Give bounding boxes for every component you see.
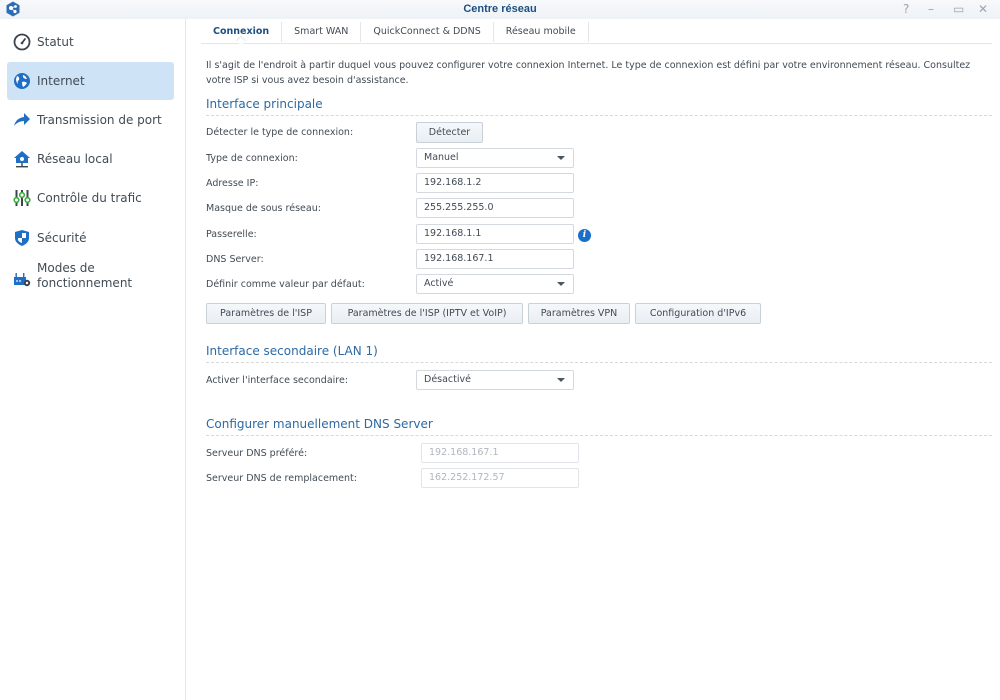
isp-iptv-voip-settings-button[interactable]: Paramètres de l'ISP (IPTV et VoIP): [331, 303, 523, 324]
enable-secondary-value: Désactivé: [424, 374, 471, 385]
section-title-secondary: Interface secondaire (LAN 1): [206, 344, 992, 363]
chevron-down-icon: [557, 282, 565, 286]
sidebar-item-label: Sécurité: [37, 231, 87, 245]
preferred-dns-label: Serveur DNS préféré:: [206, 448, 308, 459]
sidebar-item-traffic-control[interactable]: Contrôle du trafic: [7, 179, 174, 217]
section-title-primary: Interface principale: [206, 97, 992, 116]
connection-type-value: Manuel: [424, 152, 459, 163]
ipv6-configuration-button[interactable]: Configuration d'IPv6: [635, 303, 761, 324]
dns-server-input[interactable]: 192.168.167.1: [416, 249, 574, 269]
sidebar-item-label: Transmission de port: [37, 113, 162, 127]
chevron-down-icon: [557, 378, 565, 382]
sidebar-item-internet[interactable]: Internet: [7, 62, 174, 100]
sidebar-item-port-forwarding[interactable]: Transmission de port: [7, 101, 174, 139]
enable-secondary-select[interactable]: Désactivé: [416, 370, 574, 390]
chevron-down-icon: [557, 156, 565, 160]
title-bar: Centre réseau ? – ▭ ✕: [0, 0, 1000, 19]
sidebar-item-label: Modes de fonctionnement: [37, 261, 133, 290]
set-default-select[interactable]: Activé: [416, 274, 574, 294]
connection-type-label: Type de connexion:: [206, 153, 298, 164]
detect-button[interactable]: Détecter: [416, 122, 483, 143]
sidebar-item-label: Internet: [37, 74, 85, 88]
main-content: Connexion Smart WAN QuickConnect & DDNS …: [187, 19, 1000, 700]
description-text: Il s'agit de l'endroit à partir duquel v…: [206, 60, 971, 86]
alternate-dns-label: Serveur DNS de remplacement:: [206, 473, 357, 484]
tab-bar: Connexion Smart WAN QuickConnect & DDNS …: [201, 22, 992, 44]
ip-address-input[interactable]: 192.168.1.2: [416, 173, 574, 193]
help-icon[interactable]: ?: [903, 2, 909, 16]
subnet-mask-input[interactable]: 255.255.255.0: [416, 198, 574, 218]
preferred-dns-input[interactable]: 192.168.167.1: [421, 443, 579, 463]
alternate-dns-input[interactable]: 162.252.172.57: [421, 468, 579, 488]
forward-arrow-icon: [14, 113, 30, 126]
sidebar-item-statut[interactable]: Statut: [7, 23, 174, 61]
sliders-icon: [13, 190, 31, 206]
section-title-manual-dns: Configurer manuellement DNS Server: [206, 417, 992, 436]
gateway-input[interactable]: 192.168.1.1: [416, 224, 574, 244]
minimize-icon[interactable]: –: [928, 2, 934, 16]
sidebar-item-local-network[interactable]: Réseau local: [7, 140, 174, 178]
sidebar: Statut Internet Transmission de port Rés…: [0, 19, 186, 700]
tab-connexion[interactable]: Connexion: [201, 22, 283, 42]
set-default-value: Activé: [424, 278, 454, 289]
detect-label: Détecter le type de connexion:: [206, 127, 354, 138]
sidebar-item-operation-modes[interactable]: Modes de fonctionnement: [7, 258, 174, 300]
enable-secondary-label: Activer l'interface secondaire:: [206, 375, 349, 386]
globe-icon: [14, 73, 30, 89]
shield-icon: [15, 230, 29, 246]
dns-server-label: DNS Server:: [206, 254, 264, 265]
tab-quickconnect-ddns[interactable]: QuickConnect & DDNS: [361, 22, 494, 42]
isp-settings-button[interactable]: Paramètres de l'ISP: [206, 303, 326, 324]
subnet-mask-label: Masque de sous réseau:: [206, 203, 321, 214]
maximize-icon[interactable]: ▭: [953, 2, 964, 16]
info-icon[interactable]: i: [578, 229, 591, 242]
sidebar-item-label: Statut: [37, 35, 74, 49]
tab-smart-wan[interactable]: Smart WAN: [282, 22, 362, 42]
close-icon[interactable]: ✕: [978, 2, 988, 16]
connection-type-select[interactable]: Manuel: [416, 148, 574, 168]
sidebar-item-security[interactable]: Sécurité: [7, 219, 174, 257]
home-network-icon: [14, 151, 30, 168]
gateway-label: Passerelle:: [206, 229, 257, 240]
gauge-icon: [13, 33, 31, 51]
tab-mobile-network[interactable]: Réseau mobile: [494, 22, 589, 42]
router-gear-icon: [14, 273, 31, 287]
vpn-settings-button[interactable]: Paramètres VPN: [528, 303, 630, 324]
sidebar-item-label: Contrôle du trafic: [37, 191, 142, 205]
window-title: Centre réseau: [463, 3, 537, 15]
set-default-label: Définir comme valeur par défaut:: [206, 279, 365, 290]
sidebar-item-label: Réseau local: [37, 152, 113, 166]
ip-address-label: Adresse IP:: [206, 178, 259, 189]
